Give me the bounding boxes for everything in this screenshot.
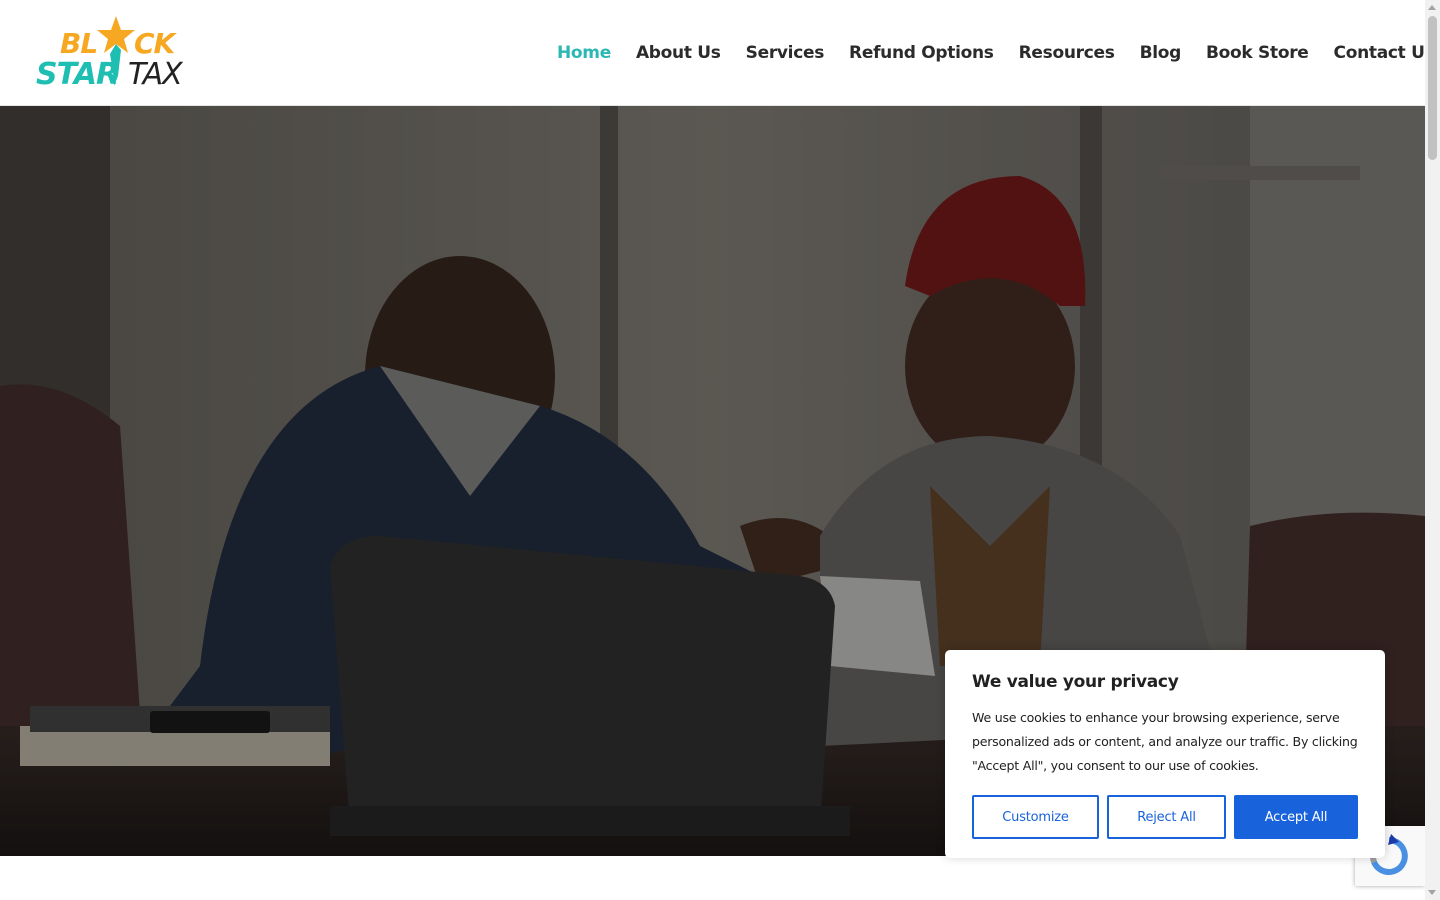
nav-item-services[interactable]: Services	[746, 43, 825, 63]
nav-item-resources[interactable]: Resources	[1019, 43, 1115, 63]
logo-text-tax: TAX	[128, 57, 184, 92]
logo-text-star: STAR	[36, 57, 118, 92]
vertical-scrollbar[interactable]	[1425, 0, 1440, 900]
black-star-tax-logo[interactable]: BL CK STAR TAX	[34, 14, 194, 94]
content-area	[0, 856, 1425, 900]
scrollbar-thumb[interactable]	[1428, 16, 1437, 160]
page: BL CK STAR TAX Home About Us Services Re…	[0, 0, 1440, 900]
main-nav: Home About Us Services Refund Options Re…	[557, 40, 1440, 66]
cookie-banner-title: We value your privacy	[972, 672, 1179, 692]
cookie-consent-banner: We value your privacy We use cookies to …	[945, 650, 1385, 858]
nav-item-refund-options[interactable]: Refund Options	[849, 43, 994, 63]
customize-button[interactable]: Customize	[972, 795, 1099, 839]
accept-all-button[interactable]: Accept All	[1234, 795, 1358, 839]
cookie-banner-description: We use cookies to enhance your browsing …	[972, 710, 1358, 773]
logo-graphic: BL CK STAR TAX	[36, 16, 185, 92]
scroll-down-arrow-icon[interactable]	[1428, 890, 1436, 895]
nav-item-contact-us[interactable]: Contact Us	[1334, 43, 1435, 63]
reject-all-button[interactable]: Reject All	[1107, 795, 1226, 839]
nav-item-book-store[interactable]: Book Store	[1206, 43, 1309, 63]
cookie-button-group: Customize Reject All Accept All	[972, 795, 1358, 839]
nav-item-about-us[interactable]: About Us	[636, 43, 721, 63]
nav-item-blog[interactable]: Blog	[1140, 43, 1182, 63]
site-header: BL CK STAR TAX Home About Us Services Re…	[0, 0, 1435, 106]
logo-text-ck: CK	[134, 27, 178, 60]
logo-text-black: BL	[60, 27, 97, 60]
scroll-up-arrow-icon[interactable]	[1428, 5, 1436, 10]
nav-item-home[interactable]: Home	[557, 43, 611, 63]
